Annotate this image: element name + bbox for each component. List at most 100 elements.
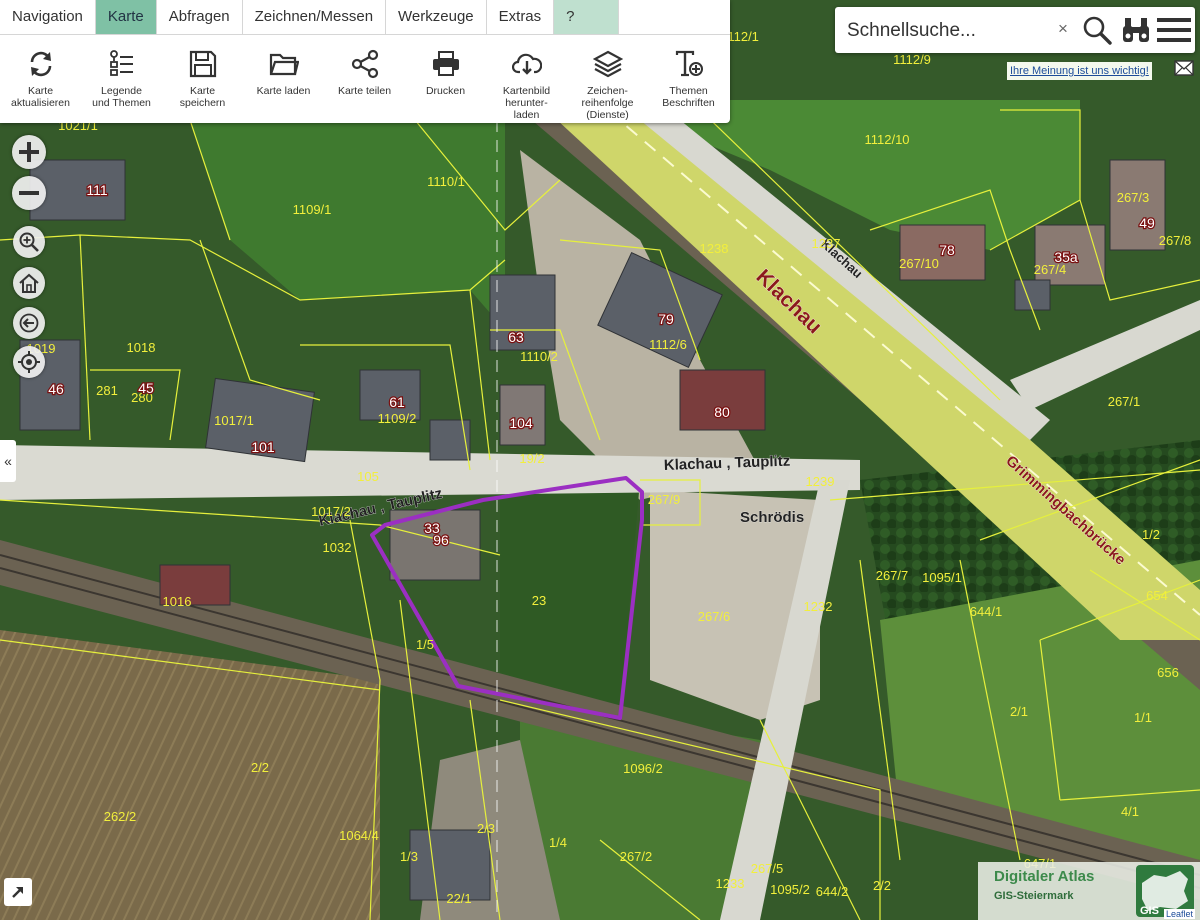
parcel-label: 1032 [323, 540, 352, 555]
tool-row: Karte aktualisieren Legende und Themen K… [0, 35, 730, 121]
logo-subtitle: GIS-Steiermark [994, 890, 1074, 902]
tool-label: Karte speichern [179, 85, 226, 109]
parcel-label: 267/5 [751, 861, 784, 876]
house-number-label: 61 [389, 394, 405, 410]
legend-icon [109, 50, 133, 76]
tool-label: Kartenbild herunter- laden [502, 85, 551, 121]
collapse-panel-button[interactable]: « [0, 440, 16, 482]
parcel-label: 1109/1 [293, 202, 332, 217]
parcel-label: 267/7 [876, 568, 909, 583]
parcel-label: 656 [1157, 665, 1179, 680]
house-number-label: 104 [509, 415, 533, 431]
parcel-label: 1237 [812, 236, 841, 251]
tool-label: Legende und Themen [92, 85, 151, 109]
cloud-download-icon [511, 53, 542, 75]
parcel-label: 1/3 [400, 849, 418, 864]
parcel-label: 1096/2 [623, 761, 663, 776]
logo-mark-text: GIS [1140, 905, 1159, 917]
tab-abfragen[interactable]: Abfragen [157, 0, 243, 34]
parcel-label: 1112/6 [649, 337, 687, 352]
back-arrow-icon [19, 313, 39, 333]
parcel-label: 1/5 [416, 637, 434, 652]
leaflet-attribution-link[interactable]: Leaflet [1164, 909, 1196, 919]
binoculars-icon[interactable] [1121, 16, 1151, 44]
parcel-label: 644/1 [970, 604, 1003, 619]
parcel-label: 654 [1146, 588, 1168, 603]
diagonal-arrow-icon [12, 887, 23, 898]
tab-navigation[interactable]: Navigation [0, 0, 96, 34]
text-label-icon [675, 50, 703, 77]
previous-view-button[interactable] [13, 307, 45, 339]
parcel-label: 1064/4 [339, 828, 379, 843]
house-number-label: 78 [939, 242, 955, 258]
parcel-label: 1233 [716, 876, 745, 891]
tool-label: Drucken [425, 85, 466, 97]
quick-search-input[interactable] [845, 16, 1049, 46]
home-button[interactable] [13, 267, 45, 299]
plus-icon [19, 142, 39, 162]
share-icon [351, 49, 378, 79]
locate-button[interactable] [13, 346, 45, 378]
zoom-box-button[interactable] [13, 226, 45, 258]
parcel-label: 1232 [804, 599, 833, 614]
tab-werkzeuge[interactable]: Werkzeuge [386, 0, 487, 34]
share-map-button[interactable]: Karte teilen [324, 49, 405, 121]
tab-extras[interactable]: Extras [487, 0, 555, 34]
parcel-label: 1112/10 [864, 132, 909, 147]
parcel-label: 1095/2 [770, 882, 810, 897]
map-canvas[interactable]: Klachau Klachau , Tauplitz Klachau , Tau… [0, 0, 1200, 920]
menu-tabs: Navigation Karte Abfragen Zeichnen/Messe… [0, 0, 730, 35]
parcel-label: 1018 [127, 340, 156, 355]
tab-karte[interactable]: Karte [95, 0, 157, 34]
download-map-image-button[interactable]: Kartenbild herunter- laden [486, 49, 567, 121]
tab-zeichnen-messen[interactable]: Zeichnen/Messen [243, 0, 387, 34]
parcel-label: 267/1 [1108, 394, 1141, 409]
parcel-label: 1/2 [1142, 527, 1160, 542]
quick-search-box: × [835, 7, 1195, 53]
parcel-label: 2/1 [1010, 704, 1028, 719]
print-button[interactable]: Drucken [405, 49, 486, 121]
farm-field [0, 630, 380, 920]
label-themes-button[interactable]: Themen Beschriften [648, 49, 729, 121]
main-toolbar: Navigation Karte Abfragen Zeichnen/Messe… [0, 0, 730, 123]
refresh-icon [30, 51, 51, 77]
hamburger-menu-icon[interactable] [1157, 17, 1191, 43]
parcel-label: 267/3 [1117, 190, 1150, 205]
parcel-label: 1095/1 [922, 570, 962, 585]
house-number-label: 79 [658, 311, 674, 327]
house-number-label: 63 [508, 329, 524, 345]
parcel-label: 2/2 [251, 760, 269, 775]
layers-icon [592, 50, 623, 78]
parcel-label: 105 [357, 469, 379, 484]
mail-icon[interactable] [1174, 60, 1194, 76]
parcel-label: 267/2 [620, 849, 653, 864]
feedback-link[interactable]: Ihre Meinung ist uns wichtig! [1007, 62, 1152, 80]
crosshair-icon [18, 351, 40, 373]
house-number-label: 35a [1054, 249, 1078, 265]
parcel-label: 1/1 [1134, 710, 1152, 725]
parcel-label: 2/3 [477, 821, 495, 836]
house-number-label: 111 [86, 182, 107, 198]
house-number-label: 96 [433, 532, 449, 548]
clear-search-button[interactable]: × [1058, 19, 1068, 39]
zoom-in-button[interactable] [12, 135, 46, 169]
parcel-label: 1239 [806, 474, 835, 489]
expand-button[interactable] [4, 878, 32, 906]
refresh-map-button[interactable]: Karte aktualisieren [0, 49, 81, 121]
parcel-label: 1109/2 [378, 411, 417, 426]
draw-order-button[interactable]: Zeichen- reihenfolge (Dienste) [567, 49, 648, 121]
save-map-button[interactable]: Karte speichern [162, 49, 243, 121]
tool-label: Karte aktualisieren [11, 85, 70, 109]
parcel-label: 23 [532, 593, 546, 608]
search-icon[interactable] [1082, 15, 1112, 45]
house-number-label: 101 [251, 439, 275, 455]
tool-label: Zeichen- reihenfolge (Dienste) [581, 85, 634, 121]
load-map-button[interactable]: Karte laden [243, 49, 324, 121]
tab-help[interactable]: ? [554, 0, 620, 34]
folder-icon [269, 53, 299, 76]
house-number-label: 45 [138, 380, 154, 396]
zoom-out-button[interactable] [12, 176, 46, 210]
legend-themes-button[interactable]: Legende und Themen [81, 49, 162, 121]
home-icon [19, 273, 39, 293]
minus-icon [19, 191, 39, 195]
